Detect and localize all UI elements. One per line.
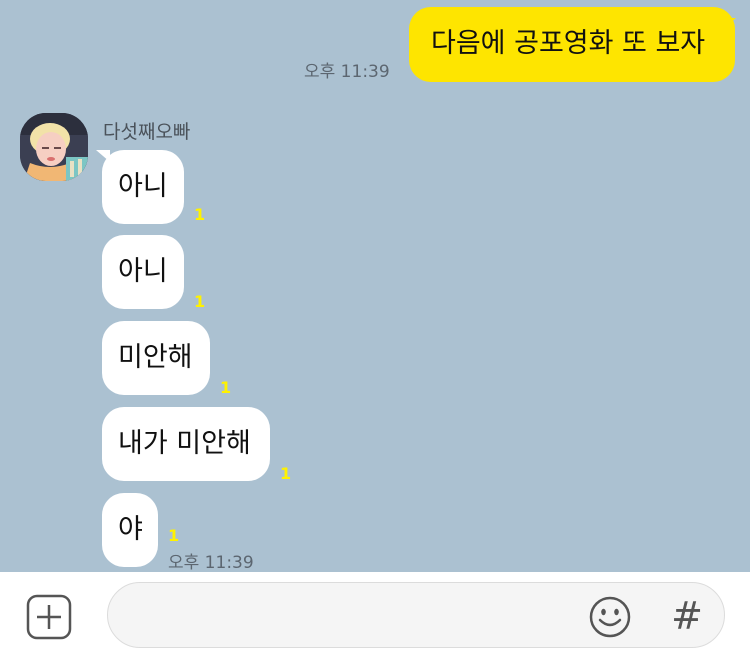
incoming-message-text: 내가 미안해 xyxy=(118,428,251,459)
hash-button[interactable]: # xyxy=(667,594,707,638)
outgoing-message-text: 다음에 공포영화 또 보자 xyxy=(431,28,706,59)
incoming-message-text: 야 xyxy=(118,514,143,545)
sender-avatar[interactable] xyxy=(20,113,88,181)
unread-count: 1 xyxy=(168,526,180,545)
chat-area: 다음에 공포영화 또 보자 오후 11:39 다섯째오빠 아니 1 아니 1 미… xyxy=(0,0,750,572)
unread-count: 1 xyxy=(220,378,232,397)
outgoing-message-time: 오후 11:39 xyxy=(304,62,390,82)
avatar-image xyxy=(20,113,88,181)
incoming-message-text: 아니 xyxy=(118,171,168,202)
emoji-icon xyxy=(589,596,631,638)
incoming-message-text: 아니 xyxy=(118,256,168,287)
message-input[interactable] xyxy=(130,595,574,637)
incoming-message-bubble[interactable]: 미안해 xyxy=(102,321,210,395)
emoji-button[interactable] xyxy=(588,595,632,639)
incoming-message-bubble[interactable]: 야 xyxy=(102,493,158,567)
incoming-message-bubble[interactable]: 아니 xyxy=(102,150,184,224)
outgoing-message-bubble[interactable]: 다음에 공포영화 또 보자 xyxy=(409,7,735,82)
unread-count: 1 xyxy=(194,205,206,224)
incoming-message-time: 오후 11:39 xyxy=(168,553,254,572)
incoming-message-text: 미안해 xyxy=(118,342,193,373)
plus-icon xyxy=(26,594,72,640)
unread-count: 1 xyxy=(194,292,206,311)
unread-count: 1 xyxy=(280,464,292,483)
incoming-message-bubble[interactable]: 아니 xyxy=(102,235,184,309)
message-input-field[interactable] xyxy=(107,582,725,648)
attach-button[interactable] xyxy=(26,594,72,640)
incoming-message-bubble[interactable]: 내가 미안해 xyxy=(102,407,270,481)
message-input-bar xyxy=(0,572,750,660)
hash-icon: # xyxy=(671,594,703,638)
sender-name: 다섯째오빠 xyxy=(103,121,191,143)
